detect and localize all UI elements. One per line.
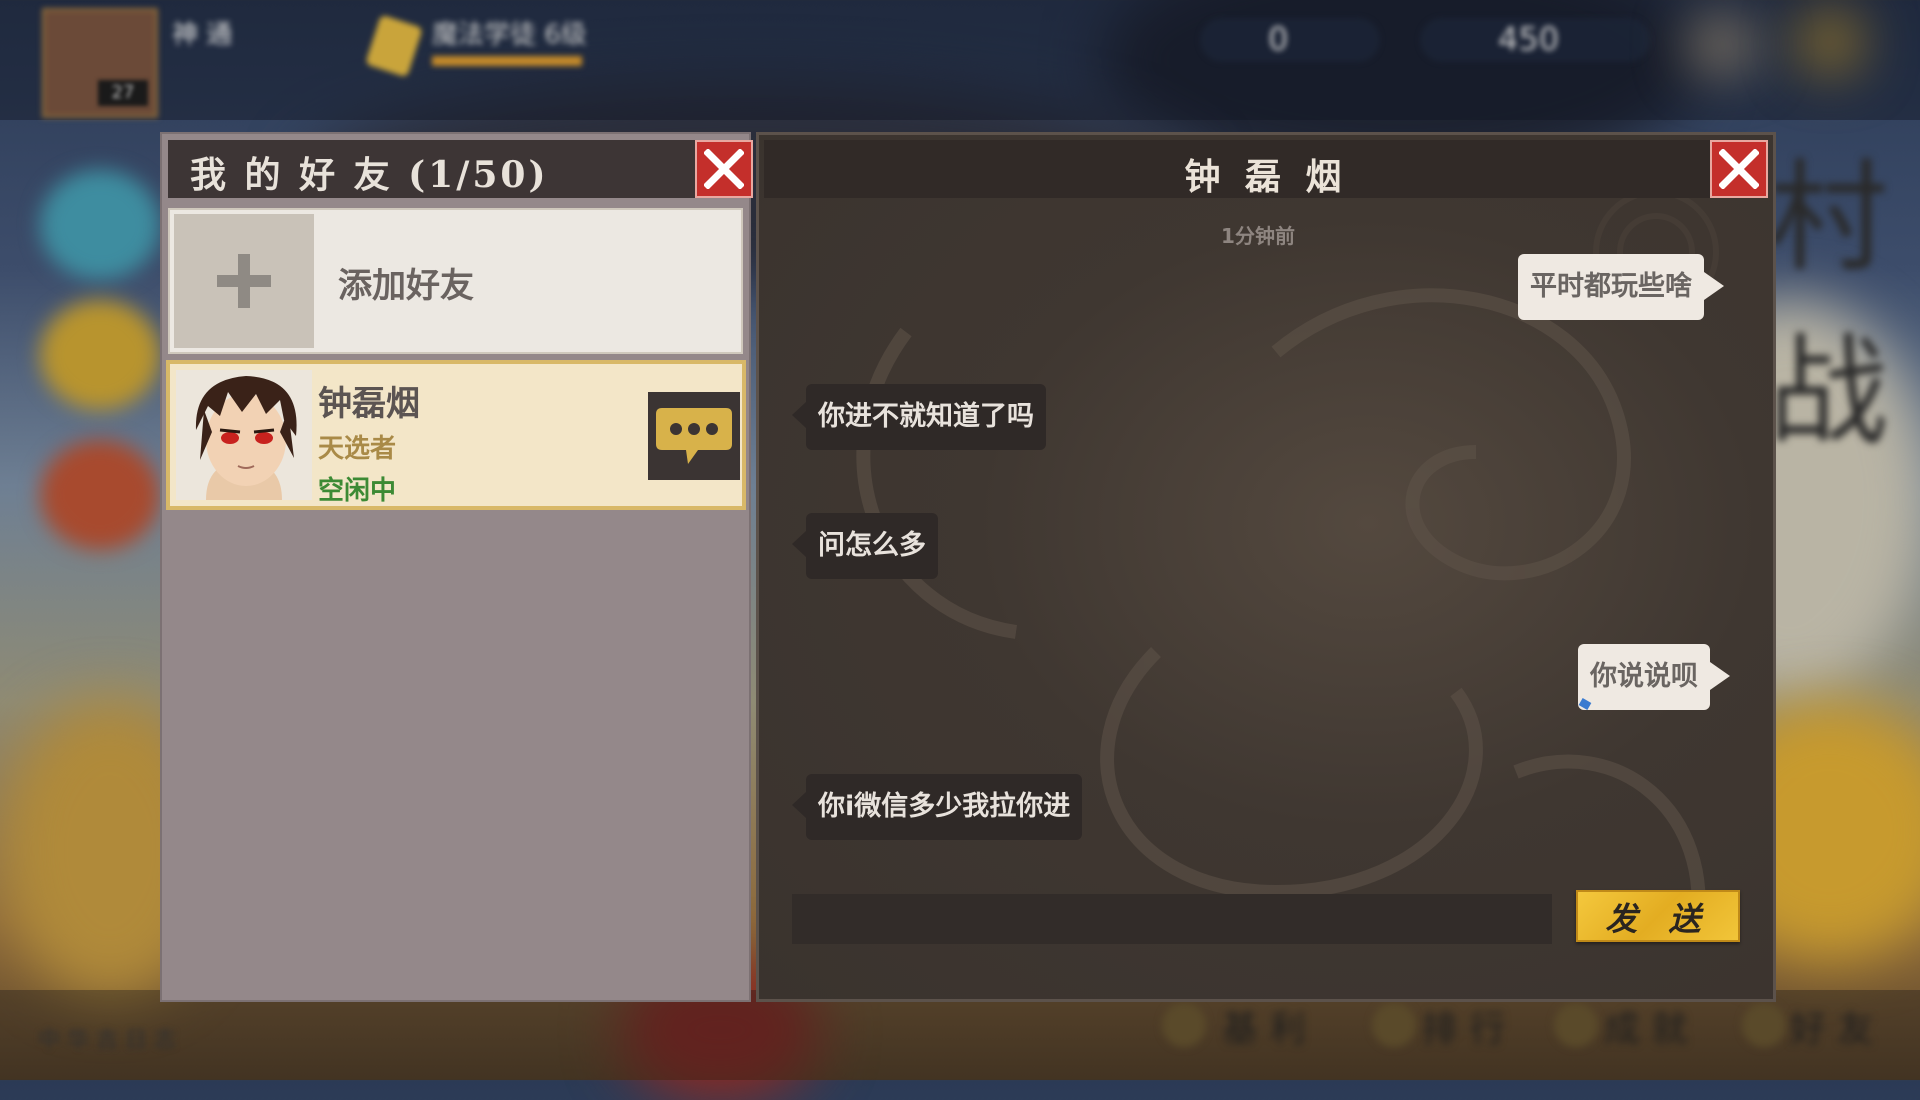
player-name: 神 通	[172, 20, 233, 50]
send-button[interactable]: 发 送	[1576, 890, 1740, 942]
send-button-label: 发 送	[1605, 900, 1711, 938]
nav-item-2[interactable]: 排 行	[1422, 1000, 1505, 1052]
friends-panel-header: 我 的 好 友 (1/50)	[168, 140, 753, 198]
settings-icon[interactable]	[1800, 12, 1860, 72]
side-activity-icon[interactable]	[40, 170, 160, 280]
chat-message-input[interactable]	[792, 894, 1552, 944]
friends-panel: 我 的 好 友 (1/50) 添加好友 钟磊烟 天选者 空闲中	[160, 132, 753, 1002]
friend-name: 钟磊烟	[318, 384, 420, 424]
avatar	[176, 370, 312, 500]
message-timestamp: 1分钟前	[1221, 224, 1295, 248]
message-bubble-received: 你i微信多少我拉你进	[791, 774, 1083, 840]
side-shop-icon[interactable]	[40, 440, 160, 550]
nav-icon-4	[1742, 1003, 1786, 1047]
message-bubble-sent: 你说说呗	[1578, 644, 1730, 710]
resource-2-value: 450	[1498, 20, 1560, 58]
close-icon	[704, 149, 744, 189]
side-tag: 村 战	[1768, 149, 1888, 462]
side-task-icon[interactable]	[40, 300, 160, 410]
nav-item-3[interactable]: 成 就	[1604, 1000, 1687, 1052]
chat-contact-name: 钟 磊 烟	[1184, 156, 1348, 198]
chat-close-button[interactable]	[1710, 140, 1768, 198]
nav-icon-3	[1554, 1003, 1598, 1047]
friends-panel-title: 我 的 好 友 (1/50)	[190, 154, 549, 196]
add-friend-label: 添加好友	[338, 266, 474, 306]
resource-1-pill[interactable]	[1200, 18, 1380, 62]
chat-bubble-icon	[656, 408, 732, 464]
message-bubble-received: 问怎么多	[792, 513, 938, 579]
add-friend-button[interactable]: 添加好友	[168, 208, 743, 354]
mail-icon[interactable]	[1690, 20, 1754, 70]
message-bubble-received: 你进不就知道了吗	[792, 384, 1046, 450]
bottom-left-text: 中 华 吉 日 志	[38, 1028, 176, 1053]
friends-close-button[interactable]	[695, 140, 753, 198]
plus-icon	[174, 214, 314, 348]
player-rank: 魔法学徒 6级	[432, 20, 587, 50]
chat-panel: 钟 磊 烟 1分钟前 平时都玩些啥 你进不就知道了吗 问怎么多 你说说呗 你i微…	[756, 132, 1776, 1002]
friend-list-item[interactable]: 钟磊烟 天选者 空闲中	[166, 360, 746, 510]
nav-item-1[interactable]: 基 利	[1222, 1000, 1305, 1052]
close-icon	[1719, 149, 1759, 189]
friend-status: 空闲中	[318, 476, 397, 506]
nav-icon-2	[1372, 1003, 1416, 1047]
chat-panel-header: 钟 磊 烟	[764, 140, 1768, 198]
exp-bar	[432, 56, 582, 66]
message-bubble-sent: 平时都玩些啥	[1518, 254, 1724, 320]
nav-icon-1	[1162, 1003, 1206, 1047]
friend-title: 天选者	[318, 434, 397, 464]
nav-item-4[interactable]: 好 友	[1790, 1000, 1873, 1052]
player-level-badge: 27	[98, 80, 148, 106]
resource-1-value: 0	[1268, 20, 1289, 58]
open-chat-button[interactable]	[648, 392, 740, 480]
